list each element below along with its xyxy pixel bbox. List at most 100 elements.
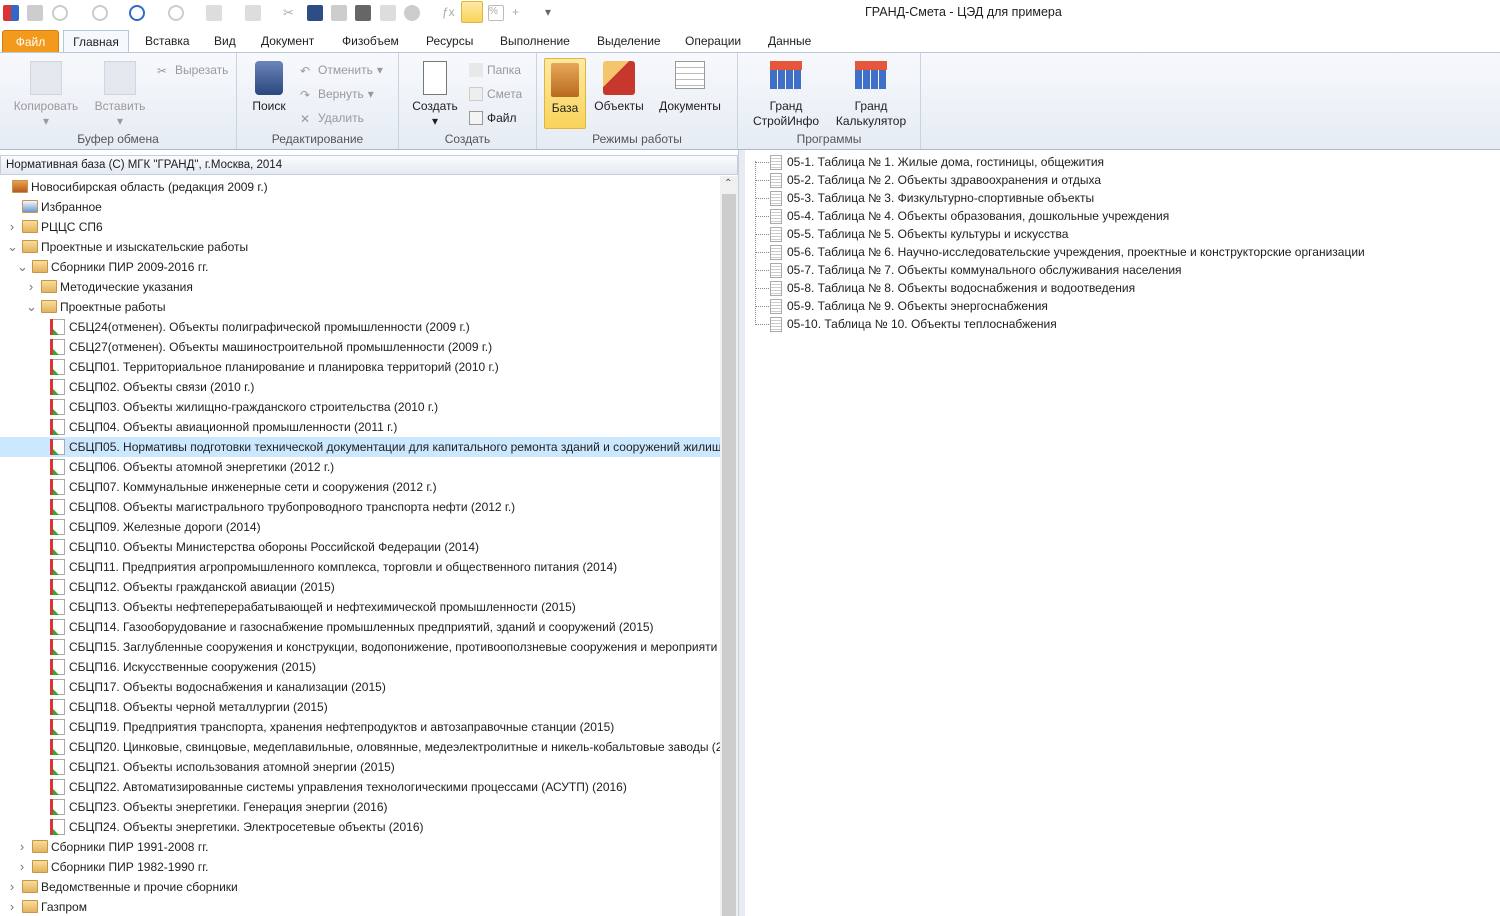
folder-button[interactable]: Папка xyxy=(469,62,521,78)
tree-item[interactable]: ⌄ Сборники ПИР 2009-2016 гг. xyxy=(0,257,720,277)
tree-item[interactable]: › Методические указания xyxy=(0,277,720,297)
add-icon[interactable]: + xyxy=(512,5,528,21)
expand-chevron-icon[interactable]: › xyxy=(7,897,17,916)
tree-item[interactable]: СБЦП10. Объекты Министерства обороны Рос… xyxy=(0,537,720,557)
undo-button[interactable]: ↶ Отменить ▾ xyxy=(300,62,383,78)
formula-icon[interactable]: ƒx xyxy=(442,5,458,21)
tree-item[interactable]: СБЦП08. Объекты магистрального трубопров… xyxy=(0,497,720,517)
tab-physical-volume[interactable]: Физобъем xyxy=(336,30,405,53)
undo-icon[interactable] xyxy=(52,5,68,21)
tree-item[interactable]: СБЦП06. Объекты атомной энергетики (2012… xyxy=(0,457,720,477)
tab-insert[interactable]: Вставка xyxy=(139,30,196,53)
app-logo-icon[interactable] xyxy=(3,5,19,21)
tree-item[interactable]: СБЦП04. Объекты авиационной промышленнос… xyxy=(0,417,720,437)
tree-scrollbar[interactable]: ⌃ xyxy=(720,176,738,916)
copy-icon[interactable] xyxy=(245,5,261,21)
scroll-up-icon[interactable]: ⌃ xyxy=(724,178,732,189)
tab-file[interactable]: Файл xyxy=(2,30,59,53)
folder-icon xyxy=(22,220,38,233)
tab-document[interactable]: Документ xyxy=(255,30,320,53)
binoculars-icon[interactable] xyxy=(307,5,323,21)
delete-button[interactable]: ✕ Удалить xyxy=(300,110,364,126)
tree-item[interactable]: СБЦП16. Искусственные сооружения (2015) xyxy=(0,657,720,677)
tree-item[interactable]: СБЦП02. Объекты связи (2010 г.) xyxy=(0,377,720,397)
tree-item[interactable]: › Сборники ПИР 1982-1990 гг. xyxy=(0,857,720,877)
tree-item[interactable]: СБЦП13. Объекты нефтеперерабатывающей и … xyxy=(0,597,720,617)
collapse-chevron-icon[interactable]: ⌄ xyxy=(7,237,18,257)
estimate-button[interactable]: Смета xyxy=(469,86,522,102)
objects-button[interactable]: Объекты xyxy=(592,57,646,114)
tree-item[interactable]: ⌄ Проектные работы xyxy=(0,297,720,317)
tree-item[interactable]: СБЦП03. Объекты жилищно-гражданского стр… xyxy=(0,397,720,417)
ribbon-tabs: Файл Главная Вставка Вид Документ Физобъ… xyxy=(0,30,1500,53)
tree-item[interactable]: СБЦП14. Газооборудование и газоснабжение… xyxy=(0,617,720,637)
grand-stroyinfo-button[interactable]: Гранд СтройИнфо xyxy=(748,57,824,129)
tree-item[interactable]: СБЦП17. Объекты водоснабжения и канализа… xyxy=(0,677,720,697)
redo-icon[interactable] xyxy=(92,5,108,21)
scissors-icon[interactable]: ✂ xyxy=(283,5,299,21)
tree-item[interactable]: СБЦП05. Нормативы подготовки технической… xyxy=(0,437,720,457)
tab-view[interactable]: Вид xyxy=(208,30,242,53)
expand-chevron-icon[interactable]: › xyxy=(26,277,36,297)
tree-item[interactable]: › Ведомственные и прочие сборники xyxy=(0,877,720,897)
tab-operations[interactable]: Операции xyxy=(679,30,747,53)
table-item-label: 05-5. Таблица № 5. Объекты культуры и ис… xyxy=(787,227,1069,241)
back-icon[interactable] xyxy=(129,5,145,21)
expand-chevron-icon[interactable]: › xyxy=(17,857,27,877)
tree-item[interactable]: СБЦП12. Объекты гражданской авиации (201… xyxy=(0,577,720,597)
tab-resources[interactable]: Ресурсы xyxy=(420,30,479,53)
tab-execution[interactable]: Выполнение xyxy=(494,30,576,53)
tree-item[interactable]: СБЦП22. Автоматизированные системы управ… xyxy=(0,777,720,797)
customize-qat-icon[interactable]: ▾ xyxy=(545,5,561,21)
file-button[interactable]: Файл xyxy=(469,110,517,126)
tab-data[interactable]: Данные xyxy=(762,30,817,53)
save-icon[interactable] xyxy=(27,5,43,21)
rpk-icon[interactable] xyxy=(331,5,347,21)
tree-item[interactable]: СБЦП23. Объекты энергетики. Генерация эн… xyxy=(0,797,720,817)
tab-selection[interactable]: Выделение xyxy=(591,30,667,53)
collapse-chevron-icon[interactable]: ⌄ xyxy=(26,297,37,317)
create-button[interactable]: Создать ▾ xyxy=(411,57,459,129)
tree-item[interactable]: › Сборники ПИР 1991-2008 гг. xyxy=(0,837,720,857)
tree-item[interactable]: › Газпром xyxy=(0,897,720,916)
tree-item[interactable]: СБЦП21. Объекты использования атомной эн… xyxy=(0,757,720,777)
pane-splitter[interactable] xyxy=(738,150,745,916)
tree-item[interactable]: СБЦП01. Территориальное планирование и п… xyxy=(0,357,720,377)
expand-chevron-icon[interactable]: › xyxy=(7,877,17,897)
collapse-chevron-icon[interactable]: ⌄ xyxy=(17,257,28,277)
tree-item[interactable]: СБЦП11. Предприятия агропромышленного ко… xyxy=(0,557,720,577)
globe-icon[interactable] xyxy=(404,5,420,21)
tree-item[interactable]: Избранное xyxy=(0,197,720,217)
tree-item[interactable]: СБЦП18. Объекты черной металлургии (2015… xyxy=(0,697,720,717)
tree-item[interactable]: СБЦ24(отменен). Объекты полиграфической … xyxy=(0,317,720,337)
expand-chevron-icon[interactable]: › xyxy=(17,837,27,857)
tree-item[interactable]: › РЦЦС СП6 xyxy=(0,217,720,237)
percent-icon[interactable]: % xyxy=(488,5,504,21)
table-icon[interactable] xyxy=(380,5,396,21)
tree-item[interactable]: СБЦП19. Предприятия транспорта, хранения… xyxy=(0,717,720,737)
tree-item[interactable]: СБЦП09. Железные дороги (2014) xyxy=(0,517,720,537)
tree-item[interactable]: СБЦ27(отменен). Объекты машиностроительн… xyxy=(0,337,720,357)
tree-item[interactable]: Новосибирская область (редакция 2009 г.) xyxy=(0,177,720,197)
forward-icon[interactable] xyxy=(168,5,184,21)
copy-button[interactable]: Копировать ▾ xyxy=(10,57,82,129)
redo-button[interactable]: ↷ Вернуть ▾ xyxy=(300,86,374,102)
base-button[interactable]: База xyxy=(544,58,586,129)
tree-item[interactable]: СБЦП07. Коммунальные инженерные сети и с… xyxy=(0,477,720,497)
paste-button[interactable]: Вставить ▾ xyxy=(90,57,150,129)
tree-item[interactable]: ⌄ Проектные и изыскательские работы xyxy=(0,237,720,257)
tree-item[interactable]: СБЦП20. Цинковые, свинцовые, медеплавиль… xyxy=(0,737,720,757)
tree-item[interactable]: СБЦП24. Объекты энергетики. Электросетев… xyxy=(0,817,720,837)
base-quick-icon[interactable] xyxy=(461,1,483,23)
documents-button[interactable]: Документы xyxy=(655,57,725,114)
tree-item[interactable]: СБЦП15. Заглубленные сооружения и констр… xyxy=(0,637,720,657)
delete-icon: ✕ xyxy=(300,112,311,126)
grand-calculator-button[interactable]: Гранд Калькулятор xyxy=(832,57,910,129)
cut-button[interactable]: ✂ Вырезать xyxy=(157,62,228,78)
paste-icon[interactable] xyxy=(206,5,222,21)
search-button[interactable]: Поиск xyxy=(247,57,291,114)
scrollbar-thumb[interactable] xyxy=(722,194,736,916)
expand-chevron-icon[interactable]: › xyxy=(7,217,17,237)
print-icon[interactable] xyxy=(355,5,371,21)
tab-home[interactable]: Главная xyxy=(63,30,129,53)
